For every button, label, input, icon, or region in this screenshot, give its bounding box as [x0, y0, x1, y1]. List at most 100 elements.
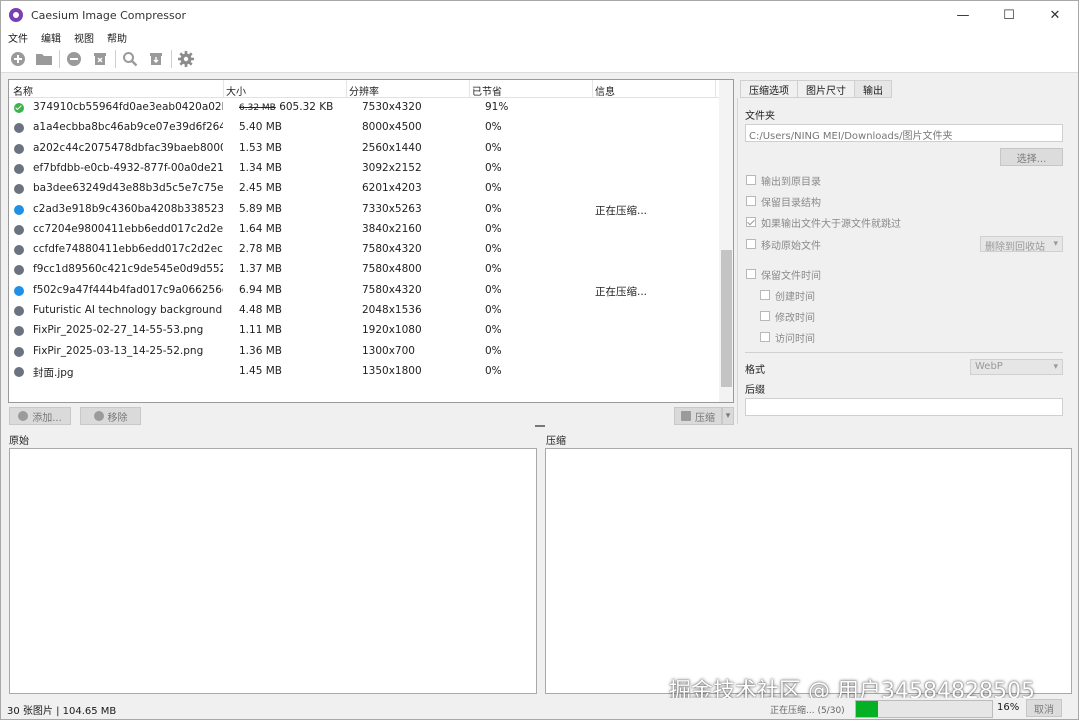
file-resolution: 6201x4203 — [362, 182, 422, 195]
table-row[interactable]: ef7bfdbb-e0cb-4932-877f-00a0de2141 1.34 M… — [9, 159, 719, 179]
minimize-button[interactable]: — — [940, 1, 986, 29]
current-size: 1.34 MB — [239, 161, 282, 174]
table-row[interactable]: 374910cb55964fd0ae3eab0420a02bdf. 6.32 MB… — [9, 98, 719, 118]
saved-percent: 0% — [485, 161, 502, 174]
saved-percent: 0% — [485, 344, 502, 357]
original-pane-label: 原始 — [9, 436, 29, 447]
table-row[interactable]: ba3dee63249d43e88b3d5c5e7c75ef23 2.45 MB 6… — [9, 179, 719, 199]
cancel-button[interactable]: 取消 — [1026, 699, 1062, 717]
column-divider[interactable] — [469, 80, 470, 98]
clear-icon[interactable] — [89, 48, 111, 70]
skip-larger-checkbox[interactable] — [746, 217, 756, 227]
original-dir-checkbox[interactable] — [746, 175, 756, 185]
tab-resize[interactable]: 图片尺寸 — [797, 80, 855, 98]
remove-icon[interactable] — [63, 48, 85, 70]
current-size: 6.94 MB — [239, 283, 282, 296]
current-size: 605.32 KB — [279, 101, 334, 113]
table-row[interactable]: f502c9a47f444b4fad017c9a066256c9.jp 6.94 … — [9, 281, 719, 301]
compressed-pane-label: 压缩 — [546, 436, 566, 447]
import-icon[interactable] — [145, 48, 167, 70]
scrollbar-thumb[interactable] — [721, 250, 732, 387]
accessed-date-label: 访问时间 — [775, 334, 815, 345]
close-button[interactable]: ✕ — [1032, 1, 1078, 29]
remove-button-label: 移除 — [107, 412, 128, 424]
table-row[interactable]: a202c44c2075478dbfac39baeb800046. 1.53 MB… — [9, 139, 719, 159]
table-row[interactable]: 封面.jpg 1.45 MB 1350x1800 0% — [9, 362, 719, 382]
toolbar-divider — [115, 49, 116, 68]
file-resolution: 8000x4500 — [362, 121, 422, 134]
suffix-input[interactable] — [745, 398, 1063, 416]
saved-percent: 0% — [485, 304, 502, 316]
header-name[interactable]: 名称 — [13, 83, 33, 98]
menu-edit[interactable]: 编辑 — [34, 30, 67, 45]
table-row[interactable]: ccfdfe74880411ebb6edd017c2d2eca2_ 2.78 MB… — [9, 240, 719, 260]
menu-view[interactable]: 视图 — [67, 30, 100, 45]
choose-folder-button[interactable]: 选择... — [1000, 148, 1063, 166]
menu-file[interactable]: 文件 — [1, 30, 34, 45]
tab-output[interactable]: 输出 — [854, 80, 892, 98]
table-row[interactable]: FixPir_2025-03-13_14-25-52.png 1.36 MB 130… — [9, 342, 719, 362]
remove-button[interactable]: 移除 — [80, 407, 141, 425]
column-divider[interactable] — [223, 80, 224, 98]
header-info[interactable]: 信息 — [595, 83, 615, 98]
current-size: 5.89 MB — [239, 202, 282, 215]
original-preview — [9, 448, 537, 694]
folder-icon[interactable] — [33, 48, 55, 70]
search-icon[interactable] — [119, 48, 141, 70]
move-target-select[interactable]: 删除到回收站 ▾ — [980, 236, 1063, 253]
table-row[interactable]: f9cc1d89560c421c9de545e0d9d55266. 1.37 MB… — [9, 260, 719, 280]
table-row[interactable]: cc7204e9800411ebb6edd017c2d2eca2 1.64 MB 3… — [9, 220, 719, 240]
table-row[interactable]: FixPir_2025-02-27_14-55-53.png 1.11 MB 192… — [9, 321, 719, 341]
saved-percent: 0% — [485, 283, 502, 296]
pane-splitter-handle[interactable] — [535, 425, 545, 427]
header-resolution[interactable]: 分辨率 — [349, 83, 379, 98]
original-dir-label: 输出到原目录 — [761, 177, 821, 188]
window-title: Caesium Image Compressor — [31, 8, 186, 22]
accessed-date-checkbox[interactable] — [760, 332, 770, 342]
add-button-label: 添加... — [32, 412, 62, 424]
compress-options-button[interactable]: ▾ — [722, 407, 734, 425]
current-size: 1.53 MB — [239, 141, 282, 154]
modified-date-checkbox[interactable] — [760, 311, 770, 321]
maximize-button[interactable]: ☐ — [986, 1, 1032, 29]
saved-percent: 0% — [485, 141, 502, 154]
compress-button[interactable]: 压缩 — [674, 407, 722, 425]
column-divider[interactable] — [592, 80, 593, 98]
gear-icon[interactable] — [175, 48, 197, 70]
created-date-checkbox[interactable] — [760, 290, 770, 300]
header-size[interactable]: 大小 — [226, 83, 246, 98]
keep-dates-checkbox[interactable] — [746, 269, 756, 279]
status-icon — [14, 163, 24, 174]
chevron-down-icon: ▾ — [1053, 362, 1058, 372]
add-icon[interactable] — [7, 48, 29, 70]
move-original-checkbox[interactable] — [746, 239, 756, 249]
current-size: 4.48 MB — [239, 304, 282, 316]
header-saved[interactable]: 已节省 — [472, 83, 502, 98]
column-divider[interactable] — [346, 80, 347, 98]
current-size: 1.36 MB — [239, 344, 282, 357]
output-folder-field[interactable]: C:/Users/NING MEI/Downloads/图片文件夹 — [745, 124, 1063, 142]
file-size: 1.36 MB — [239, 345, 344, 357]
info-text: 正在压缩... — [595, 204, 648, 217]
file-name: 封面.jpg — [33, 366, 74, 379]
menu-help[interactable]: 帮助 — [100, 30, 133, 45]
status-icon — [14, 285, 24, 296]
file-list[interactable]: 名称 大小 分辨率 已节省 信息 374910cb55964fd0ae3eab0… — [8, 79, 734, 403]
file-resolution: 2560x1440 — [362, 141, 422, 154]
skip-larger-label: 如果输出文件大于源文件就跳过 — [761, 219, 901, 230]
add-button[interactable]: 添加... — [9, 407, 71, 425]
saved-percent: 0% — [485, 121, 502, 134]
list-scrollbar[interactable] — [719, 80, 733, 402]
file-resolution: 3092x2152 — [362, 161, 422, 174]
title-bar: Caesium Image Compressor — ☐ ✕ — [1, 1, 1078, 29]
table-row[interactable]: Futuristic AI technology background fo 4.… — [9, 301, 719, 321]
keep-structure-checkbox[interactable] — [746, 196, 756, 206]
table-row[interactable]: a1a4ecbba8bc46ab9ce07e39d6f26490 5.40 MB 8… — [9, 118, 719, 138]
format-select[interactable]: WebP ▾ — [970, 359, 1063, 375]
tab-compression[interactable]: 压缩选项 — [740, 80, 798, 98]
saved-percent: 0% — [485, 243, 502, 256]
file-resolution: 1350x1800 — [362, 364, 422, 377]
table-row[interactable]: c2ad3e918b9c4360ba4208b3385239ce 5.89 MB 7… — [9, 200, 719, 220]
status-icon — [14, 245, 24, 256]
column-divider[interactable] — [715, 80, 716, 98]
